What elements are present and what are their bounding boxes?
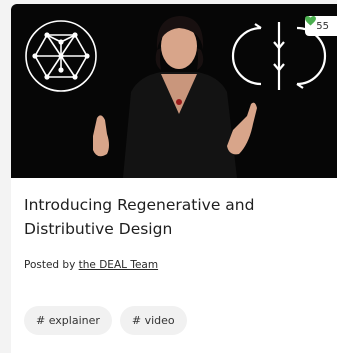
tag-explainer[interactable]: # explainer xyxy=(24,306,112,335)
network-circle-logo xyxy=(25,20,97,92)
author-link[interactable]: the DEAL Team xyxy=(79,259,158,271)
presenter-figure xyxy=(93,16,257,178)
posted-by: Posted by the DEAL Team xyxy=(24,259,158,271)
like-count: 55 xyxy=(316,20,329,32)
card-title[interactable]: Introducing Regenerative and Distributiv… xyxy=(24,193,324,241)
video-thumbnail[interactable]: 55 xyxy=(11,4,337,178)
content-card[interactable]: 55 Introducing Regenerative and Distribu… xyxy=(11,4,337,353)
posted-by-label: Posted by xyxy=(24,259,76,271)
tag-list: # explainer # video xyxy=(24,306,187,335)
like-count-badge[interactable]: 55 xyxy=(305,16,337,36)
tag-video[interactable]: # video xyxy=(119,306,187,335)
